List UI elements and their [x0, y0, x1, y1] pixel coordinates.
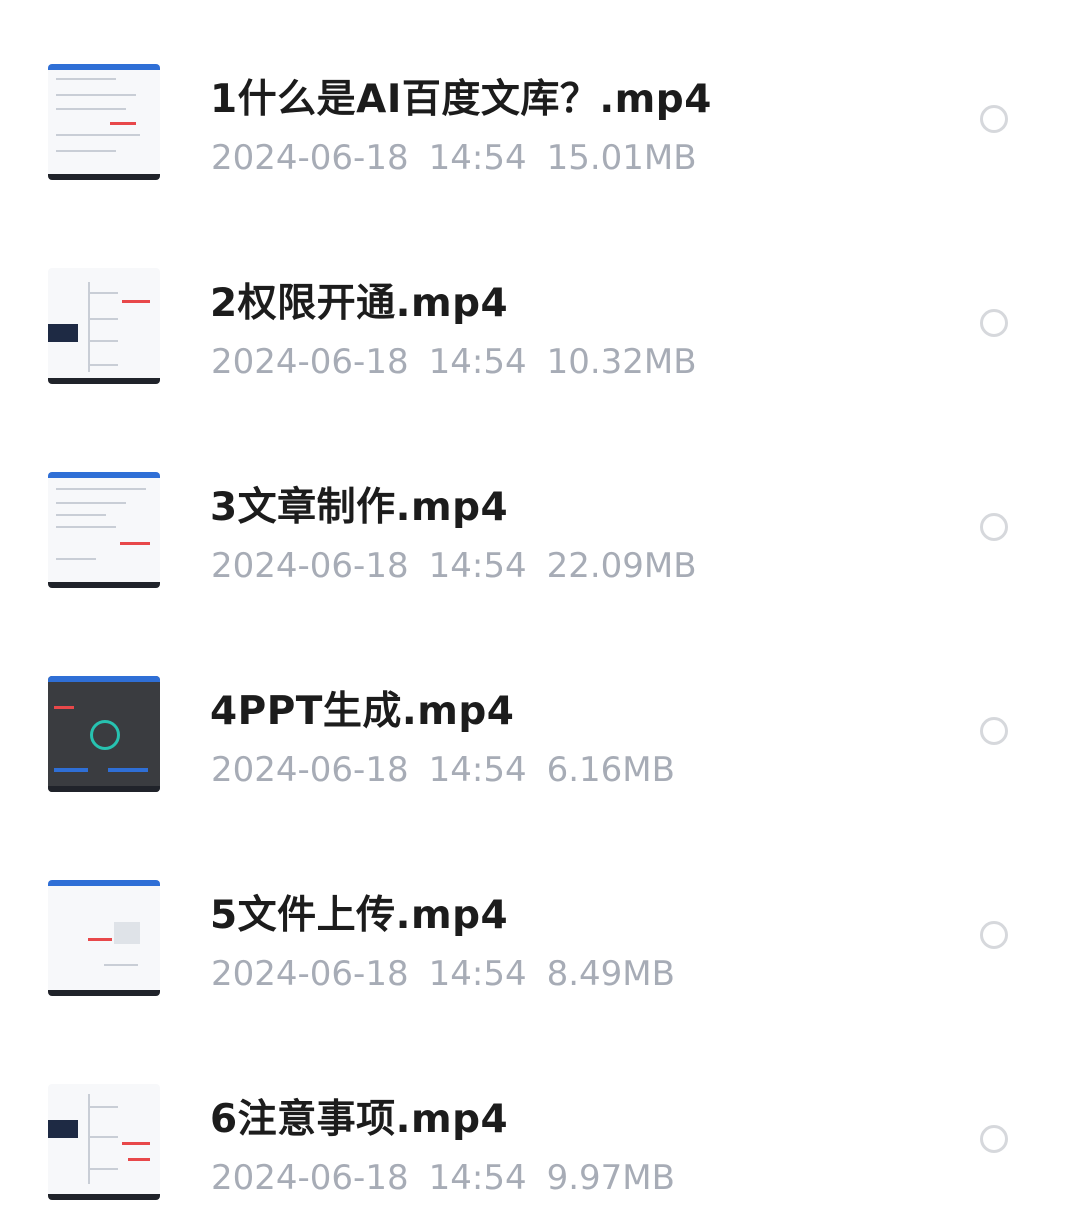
- file-meta: 2024-06-18 14:54 10.32MB: [211, 342, 717, 382]
- file-meta: 2024-06-18 14:54 15.01MB: [211, 138, 717, 178]
- file-meta: 2024-06-18 14:54 9.97MB: [211, 1158, 695, 1198]
- file-meta: 2024-06-18 14:54 22.09MB: [211, 546, 717, 586]
- file-size: 8.49MB: [546, 954, 675, 994]
- file-list: 1什么是AI百度文库？.mp4 2024-06-18 14:54 15.01MB 2…: [0, 0, 1080, 1216]
- video-thumbnail: [48, 64, 160, 180]
- file-date: 2024-06-18: [211, 546, 409, 586]
- file-name: 4PPT生成.mp4: [210, 689, 515, 734]
- video-thumbnail: [48, 676, 160, 792]
- video-thumbnail: [48, 880, 160, 996]
- select-radio[interactable]: [980, 105, 1008, 133]
- file-name: 6注意事项.mp4: [210, 1097, 509, 1142]
- select-radio[interactable]: [980, 513, 1008, 541]
- file-row[interactable]: 5文件上传.mp4 2024-06-18 14:54 8.49MB: [0, 816, 1080, 1020]
- file-size: 15.01MB: [546, 138, 697, 178]
- file-name: 1什么是AI百度文库？.mp4: [210, 77, 712, 122]
- file-size: 6.16MB: [546, 750, 675, 790]
- select-radio[interactable]: [980, 717, 1008, 745]
- file-time: 14:54: [428, 138, 527, 178]
- file-meta: 2024-06-18 14:54 8.49MB: [211, 954, 695, 994]
- file-date: 2024-06-18: [211, 750, 409, 790]
- file-time: 14:54: [428, 1158, 527, 1198]
- file-time: 14:54: [428, 342, 527, 382]
- file-row[interactable]: 3文章制作.mp4 2024-06-18 14:54 22.09MB: [0, 408, 1080, 612]
- file-name: 2权限开通.mp4: [210, 281, 509, 326]
- file-size: 22.09MB: [546, 546, 697, 586]
- select-radio[interactable]: [980, 1125, 1008, 1153]
- file-time: 14:54: [428, 750, 527, 790]
- video-thumbnail: [48, 472, 160, 588]
- file-date: 2024-06-18: [211, 1158, 409, 1198]
- select-radio[interactable]: [980, 309, 1008, 337]
- file-time: 14:54: [428, 546, 527, 586]
- file-size: 9.97MB: [546, 1158, 675, 1198]
- file-row[interactable]: 2权限开通.mp4 2024-06-18 14:54 10.32MB: [0, 204, 1080, 408]
- video-thumbnail: [48, 1084, 160, 1200]
- file-row[interactable]: 6注意事项.mp4 2024-06-18 14:54 9.97MB: [0, 1020, 1080, 1224]
- file-name: 3文章制作.mp4: [210, 485, 509, 530]
- file-date: 2024-06-18: [211, 954, 409, 994]
- file-name: 5文件上传.mp4: [210, 893, 509, 938]
- file-row[interactable]: 4PPT生成.mp4 2024-06-18 14:54 6.16MB: [0, 612, 1080, 816]
- video-thumbnail: [48, 268, 160, 384]
- file-date: 2024-06-18: [211, 138, 409, 178]
- file-size: 10.32MB: [546, 342, 697, 382]
- file-date: 2024-06-18: [211, 342, 409, 382]
- select-radio[interactable]: [980, 921, 1008, 949]
- file-time: 14:54: [428, 954, 527, 994]
- file-meta: 2024-06-18 14:54 6.16MB: [211, 750, 695, 790]
- file-row[interactable]: 1什么是AI百度文库？.mp4 2024-06-18 14:54 15.01MB: [0, 0, 1080, 204]
